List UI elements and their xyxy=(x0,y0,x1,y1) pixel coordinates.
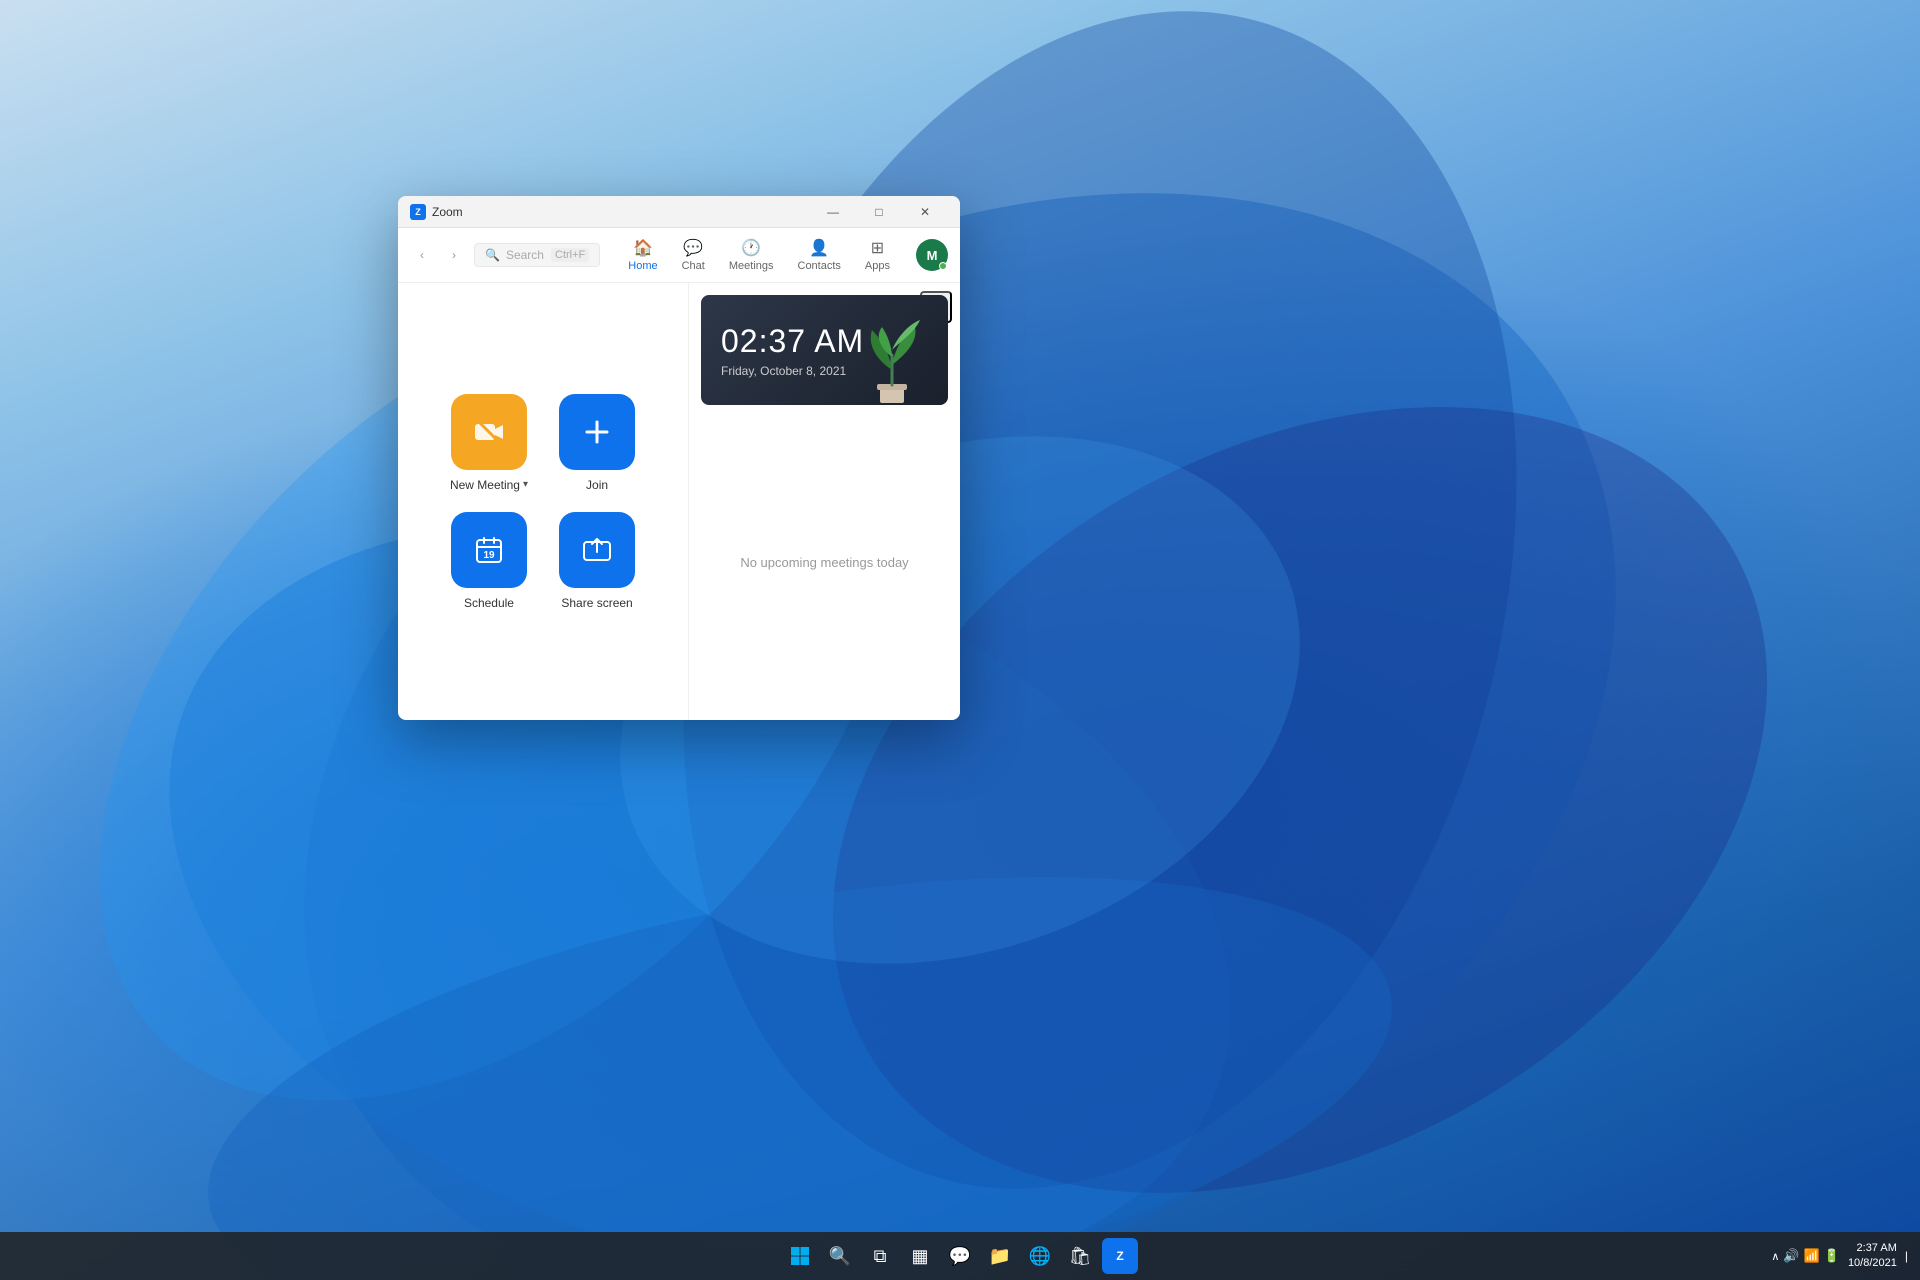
windows-logo-icon xyxy=(790,1246,810,1266)
share-screen-action[interactable]: Share screen xyxy=(558,512,636,610)
tab-home[interactable]: 🏠 Home xyxy=(616,234,669,276)
tab-apps[interactable]: ⊞ Apps xyxy=(853,234,902,276)
taskbar-right: ∧ 🔊 📶 🔋 2:37 AM 10/8/2021 | xyxy=(1771,1241,1908,1272)
join-label: Join xyxy=(586,478,608,492)
new-meeting-button[interactable] xyxy=(451,394,527,470)
right-panel: 02:37 AM Friday, October 8, 2021 xyxy=(688,283,960,720)
schedule-label: Schedule xyxy=(464,596,514,610)
wallpaper xyxy=(0,0,1920,1280)
search-box[interactable]: 🔍 Search Ctrl+F xyxy=(474,243,600,267)
meetings-area: No upcoming meetings today xyxy=(689,405,960,720)
zoom-logo: Z xyxy=(410,204,426,220)
taskbar-date: 10/8/2021 xyxy=(1848,1256,1897,1271)
widgets-button[interactable]: ▦ xyxy=(902,1238,938,1274)
teams-chat-button[interactable]: 💬 xyxy=(942,1238,978,1274)
tab-contacts[interactable]: 👤 Contacts xyxy=(786,234,853,276)
schedule-button[interactable]: 19 xyxy=(451,512,527,588)
task-view-button[interactable]: ⧉ xyxy=(862,1238,898,1274)
home-icon: 🏠 xyxy=(633,238,653,258)
share-screen-label: Share screen xyxy=(561,596,632,610)
search-shortcut: Ctrl+F xyxy=(551,248,589,262)
plus-icon xyxy=(581,416,613,448)
apps-icon: ⊞ xyxy=(871,238,884,258)
new-meeting-label: New Meeting ▾ xyxy=(450,478,528,492)
forward-button[interactable]: › xyxy=(442,243,466,267)
new-meeting-action[interactable]: New Meeting ▾ xyxy=(450,394,528,492)
clock-card: 02:37 AM Friday, October 8, 2021 xyxy=(701,295,948,405)
microsoft-store-button[interactable]: 🛍 xyxy=(1062,1238,1098,1274)
new-meeting-text: New Meeting xyxy=(450,478,520,492)
tab-contacts-label: Contacts xyxy=(798,260,841,272)
meetings-icon: 🕐 xyxy=(741,238,761,258)
edge-browser-button[interactable]: 🌐 xyxy=(1022,1238,1058,1274)
camera-slash-icon xyxy=(473,416,505,448)
clock-info: 02:37 AM Friday, October 8, 2021 xyxy=(721,323,864,378)
battery-icon[interactable]: 🔋 xyxy=(1824,1248,1840,1264)
zoom-window: Z Zoom — □ ✕ ‹ › 🔍 Search Ctrl+F 🏠 Home … xyxy=(398,196,960,720)
tab-chat-label: Chat xyxy=(682,260,705,272)
clock-date: Friday, October 8, 2021 xyxy=(721,364,864,378)
window-controls: — □ ✕ xyxy=(810,196,948,228)
avatar-initials: M xyxy=(927,248,938,263)
contacts-icon: 👤 xyxy=(809,238,829,258)
tab-meetings-label: Meetings xyxy=(729,260,774,272)
taskbar-search-button[interactable]: 🔍 xyxy=(822,1238,858,1274)
back-button[interactable]: ‹ xyxy=(410,243,434,267)
file-explorer-button[interactable]: 📁 xyxy=(982,1238,1018,1274)
tab-apps-label: Apps xyxy=(865,260,890,272)
network-icon[interactable]: 📶 xyxy=(1804,1248,1820,1264)
avatar[interactable]: M xyxy=(916,239,948,271)
join-action[interactable]: Join xyxy=(558,394,636,492)
action-grid: New Meeting ▾ Join xyxy=(450,394,636,610)
window-title: Zoom xyxy=(432,205,810,219)
left-panel: New Meeting ▾ Join xyxy=(398,283,688,720)
system-tray-icons: ∧ 🔊 📶 🔋 xyxy=(1771,1248,1840,1264)
tab-home-label: Home xyxy=(628,260,657,272)
search-icon: 🔍 xyxy=(485,248,500,262)
taskbar-time: 2:37 AM xyxy=(1848,1241,1897,1256)
toolbar: ‹ › 🔍 Search Ctrl+F 🏠 Home 💬 Chat 🕐 Meet… xyxy=(398,228,960,283)
taskbar: 🔍 ⧉ ▦ 💬 📁 🌐 🛍 Z ∧ 🔊 📶 🔋 2:37 AM 10/8/202… xyxy=(0,1232,1920,1280)
calendar-icon: 19 xyxy=(473,534,505,566)
nav-tabs: 🏠 Home 💬 Chat 🕐 Meetings 👤 Contacts ⊞ Ap… xyxy=(616,234,902,276)
taskbar-center-icons: 🔍 ⧉ ▦ 💬 📁 🌐 🛍 Z xyxy=(782,1238,1138,1274)
tab-meetings[interactable]: 🕐 Meetings xyxy=(717,234,786,276)
search-placeholder: Search xyxy=(506,248,545,262)
online-status-dot xyxy=(939,262,947,270)
share-screen-icon xyxy=(581,534,613,566)
maximize-button[interactable]: □ xyxy=(856,196,902,228)
join-button[interactable] xyxy=(559,394,635,470)
title-bar: Z Zoom — □ ✕ xyxy=(398,196,960,228)
volume-icon[interactable]: 🔊 xyxy=(1783,1248,1799,1264)
plant-svg xyxy=(852,315,932,405)
no-meetings-text: No upcoming meetings today xyxy=(740,555,908,570)
plant-illustration xyxy=(852,315,932,405)
schedule-action[interactable]: 19 Schedule xyxy=(450,512,528,610)
chat-icon: 💬 xyxy=(683,238,703,258)
close-button[interactable]: ✕ xyxy=(902,196,948,228)
dropdown-chevron: ▾ xyxy=(523,479,528,490)
taskbar-clock-date[interactable]: 2:37 AM 10/8/2021 xyxy=(1848,1241,1897,1272)
zoom-taskbar-button[interactable]: Z xyxy=(1102,1238,1138,1274)
svg-text:19: 19 xyxy=(483,550,495,561)
minimize-button[interactable]: — xyxy=(810,196,856,228)
show-desktop-button[interactable]: | xyxy=(1905,1249,1908,1263)
start-button[interactable] xyxy=(782,1238,818,1274)
main-content: New Meeting ▾ Join xyxy=(398,283,960,720)
share-screen-button[interactable] xyxy=(559,512,635,588)
chevron-up-icon[interactable]: ∧ xyxy=(1771,1250,1779,1263)
clock-time: 02:37 AM xyxy=(721,323,864,360)
tab-chat[interactable]: 💬 Chat xyxy=(670,234,717,276)
